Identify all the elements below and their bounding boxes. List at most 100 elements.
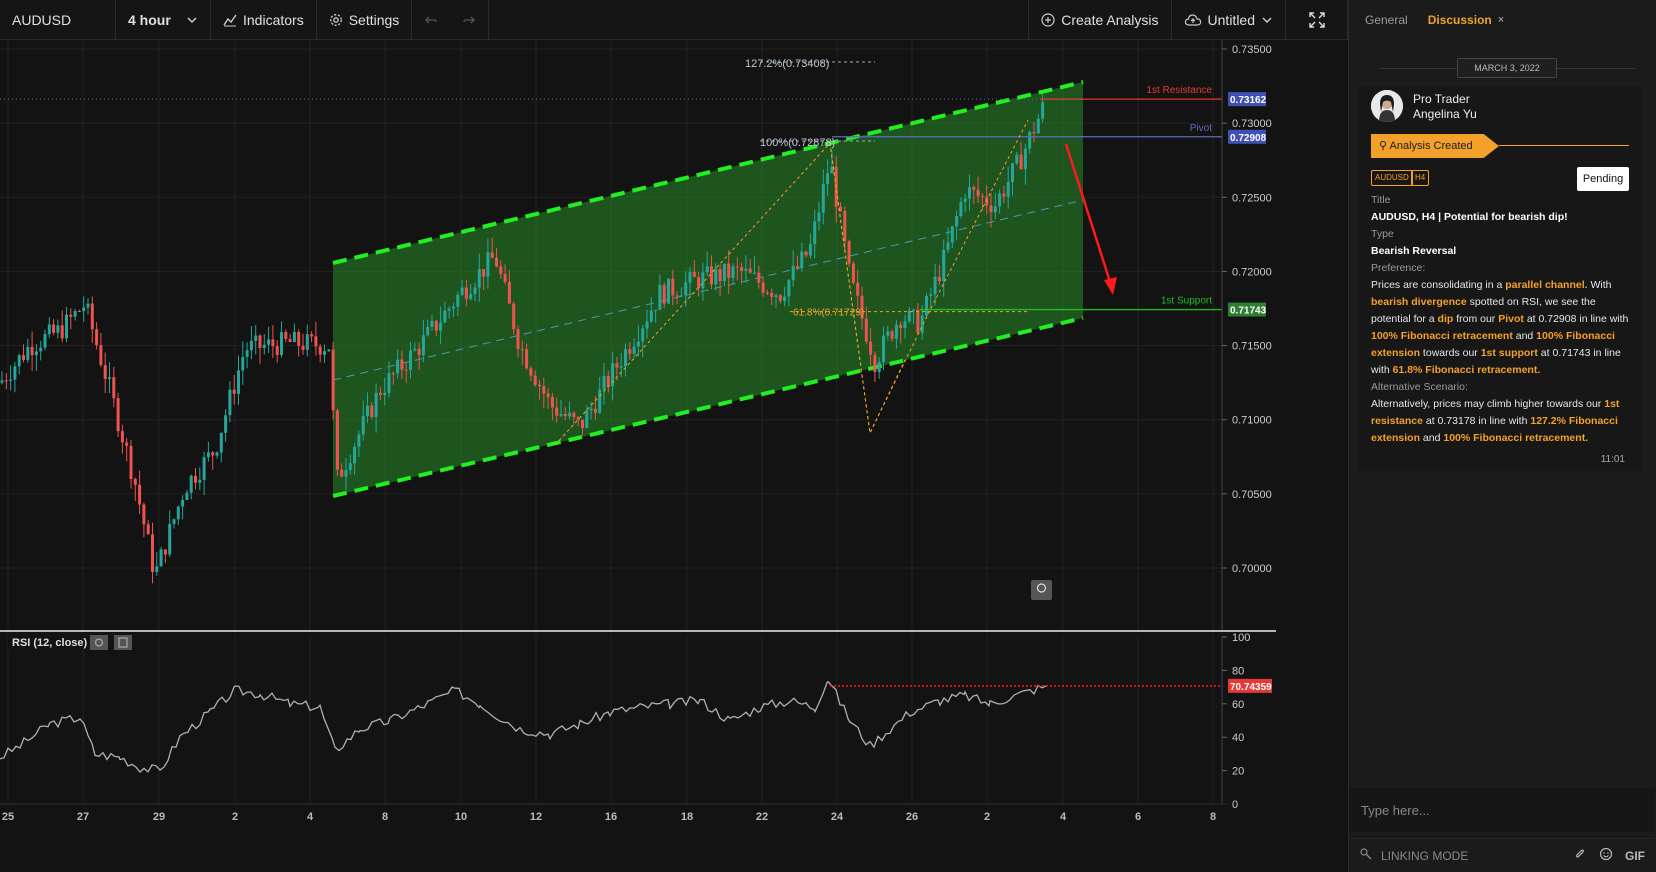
layout-name-label: Untitled xyxy=(1207,11,1255,28)
candle-up xyxy=(280,332,283,355)
candle-up xyxy=(439,322,443,331)
undo-icon xyxy=(424,13,438,27)
candle-down xyxy=(533,375,537,385)
fullscreen-button[interactable] xyxy=(1286,0,1348,40)
candle-down xyxy=(30,346,34,356)
time-tick-label: 29 xyxy=(153,811,165,823)
candle-up xyxy=(172,519,176,524)
candle-down xyxy=(490,252,494,258)
candle-down xyxy=(856,282,860,296)
candle-down xyxy=(378,392,382,395)
symbol-search-button[interactable]: AUDUSD xyxy=(0,0,116,40)
time-tick-label: 12 xyxy=(530,811,542,823)
candle-up xyxy=(744,268,748,271)
rsi-label: RSI (12, close) xyxy=(12,637,88,649)
gear-icon xyxy=(329,13,343,27)
candle-up xyxy=(473,287,477,295)
candle-down xyxy=(275,346,279,355)
undo-button[interactable] xyxy=(412,0,450,40)
candle-up xyxy=(589,408,593,411)
candle-down xyxy=(976,189,980,197)
preference-label: Preference: xyxy=(1371,262,1426,274)
candle-up xyxy=(65,314,68,339)
candle-up xyxy=(963,198,967,202)
linking-mode-icon xyxy=(1359,847,1373,864)
time-tick-label: 4 xyxy=(1060,811,1067,823)
redo-button[interactable] xyxy=(450,0,490,40)
candle-up xyxy=(1006,181,1010,197)
rsi-value-label: 70.74359 xyxy=(1230,682,1272,693)
candle-up xyxy=(477,269,481,288)
candle-up xyxy=(9,379,13,381)
candle-down xyxy=(864,318,868,342)
candle-down xyxy=(434,320,438,331)
candle-down xyxy=(525,349,529,369)
candle-down xyxy=(400,359,404,370)
candle-up xyxy=(456,294,460,307)
candle-up xyxy=(886,331,890,336)
rsi-remove-button xyxy=(114,635,132,650)
candle-down xyxy=(52,324,56,333)
candle-down xyxy=(507,281,511,304)
candle-up xyxy=(387,373,391,393)
close-icon[interactable]: × xyxy=(1498,14,1504,26)
fib-618-label: 61.8%(0.71729) xyxy=(793,308,864,319)
candle-up xyxy=(357,434,361,447)
interval-dropdown[interactable]: 4 hour xyxy=(116,0,211,40)
candle-up xyxy=(426,326,430,336)
candle-up xyxy=(0,380,4,383)
candle-down xyxy=(937,276,941,282)
candle-down xyxy=(989,205,993,213)
candle-up xyxy=(26,346,30,360)
discussion-panel: General Discussion × MARCH 3, 2022 Pro T… xyxy=(1348,0,1656,872)
candle-down xyxy=(404,369,408,371)
candle-down xyxy=(796,266,799,268)
candle-up xyxy=(925,295,928,316)
time-tick-label: 8 xyxy=(1210,811,1216,823)
candle-up xyxy=(469,294,473,299)
candle-down xyxy=(125,442,129,446)
plus-circle-icon xyxy=(1041,12,1055,27)
candle-down xyxy=(550,397,554,408)
avatar[interactable] xyxy=(1371,90,1403,122)
emoji-icon[interactable] xyxy=(1599,847,1613,864)
candle-up xyxy=(305,334,309,350)
candle-up xyxy=(430,320,434,327)
candle-down xyxy=(151,534,154,572)
price-tick-label: 0.73500 xyxy=(1232,44,1272,56)
price-tick-label: 0.71000 xyxy=(1232,415,1272,427)
create-analysis-button[interactable]: Create Analysis xyxy=(1029,0,1172,40)
candle-down xyxy=(77,310,81,312)
candle-up xyxy=(73,310,77,317)
candle-up xyxy=(658,285,662,310)
gif-button[interactable]: GIF xyxy=(1625,849,1645,863)
candle-up xyxy=(1028,132,1032,149)
tab-general[interactable]: General xyxy=(1365,13,1408,27)
message-input[interactable] xyxy=(1349,788,1655,832)
rsi-tick-label: 80 xyxy=(1232,665,1244,677)
candle-up xyxy=(409,350,412,370)
rsi-tick-label: 0 xyxy=(1232,799,1238,811)
attachment-icon[interactable] xyxy=(1573,847,1587,864)
chevron-down-icon xyxy=(1261,14,1273,26)
price-chart[interactable]: 1st Resistance 0.73162 Pivot 0.72908 1st Sup… xyxy=(0,40,1348,872)
candle-up xyxy=(882,335,885,362)
candle-down xyxy=(615,363,619,368)
candle-down xyxy=(847,241,851,264)
candle-down xyxy=(512,303,516,330)
tab-discussion[interactable]: Discussion × xyxy=(1428,13,1504,27)
candle-down xyxy=(194,475,197,483)
candle-down xyxy=(890,331,894,339)
settings-button[interactable]: Settings xyxy=(317,0,413,40)
candle-up xyxy=(249,340,253,351)
candle-down xyxy=(314,336,318,347)
candle-up xyxy=(39,347,43,352)
linking-mode-toggle[interactable]: LINKING MODE xyxy=(1381,849,1468,863)
resistance-badge-text: 0.73162 xyxy=(1230,95,1267,106)
cloud-upload-icon xyxy=(1184,13,1202,27)
candle-down xyxy=(843,211,847,242)
indicators-button[interactable]: Indicators xyxy=(211,0,317,40)
layout-save-dropdown[interactable]: Untitled xyxy=(1172,0,1286,40)
candle-down xyxy=(60,325,64,339)
candle-up xyxy=(826,173,830,185)
